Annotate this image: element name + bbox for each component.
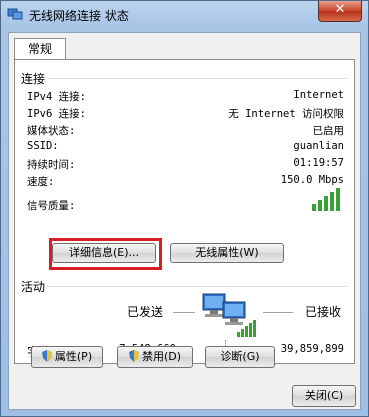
ipv6-value: 无 Internet 访问权限 <box>228 108 344 120</box>
details-button[interactable]: 详细信息(E)... <box>52 243 156 263</box>
section-divider <box>47 286 347 287</box>
received-connector <box>263 312 293 313</box>
sent-label: 已发送 <box>127 305 164 319</box>
tab-general[interactable]: 常规 <box>14 38 66 60</box>
ssid-label: SSID: <box>27 140 59 152</box>
disable-label: 禁用(D) <box>141 350 182 363</box>
status-window: 无线网络连接 状态 ✕ 常规 连接 IPv4 连接: Internet IPv6… <box>0 0 369 417</box>
duration-label: 持续时间: <box>27 159 76 171</box>
ssid-value: guanlian <box>293 140 344 152</box>
bytes-received-value: 39,859,899 <box>280 343 344 355</box>
media-state-label: 媒体状态: <box>27 125 76 137</box>
signal-strength-icon <box>312 188 340 211</box>
title-bar: 无线网络连接 状态 ✕ <box>1 1 368 29</box>
media-state-value: 已启用 <box>312 125 345 137</box>
close-dialog-button[interactable]: 关闭(C) <box>292 385 356 407</box>
wireless-properties-button[interactable]: 无线属性(W) <box>170 243 284 263</box>
network-activity-icon <box>202 293 256 337</box>
ipv6-label: IPv6 连接: <box>27 108 86 120</box>
disable-button[interactable]: 禁用(D) <box>117 346 193 368</box>
close-icon: ✕ <box>334 2 346 17</box>
shield-icon <box>41 350 52 362</box>
signal-quality-label: 信号质量: <box>27 200 76 212</box>
sent-connector <box>173 312 195 313</box>
tab-panel: 连接 IPv4 连接: Internet IPv6 连接: 无 Internet… <box>14 59 355 364</box>
ipv4-label: IPv4 连接: <box>27 91 86 103</box>
duration-value: 01:19:57 <box>293 157 344 169</box>
speed-label: 速度: <box>27 176 55 188</box>
properties-button[interactable]: 属性(P) <box>31 346 103 368</box>
activity-section-label: 活动 <box>21 280 46 294</box>
close-button[interactable]: ✕ <box>318 1 362 22</box>
ipv4-value: Internet <box>293 89 344 101</box>
shield-icon <box>128 350 139 362</box>
network-icon <box>7 8 23 20</box>
dialog-client: 常规 连接 IPv4 连接: Internet IPv6 连接: 无 Inter… <box>8 32 361 410</box>
properties-label: 属性(P) <box>54 350 93 363</box>
diagnose-button[interactable]: 诊断(G) <box>205 346 275 368</box>
received-label: 已接收 <box>305 305 342 319</box>
section-divider <box>47 78 347 79</box>
speed-value: 150.0 Mbps <box>280 174 344 186</box>
window-title: 无线网络连接 状态 <box>29 9 129 23</box>
connection-section-label: 连接 <box>21 72 46 86</box>
